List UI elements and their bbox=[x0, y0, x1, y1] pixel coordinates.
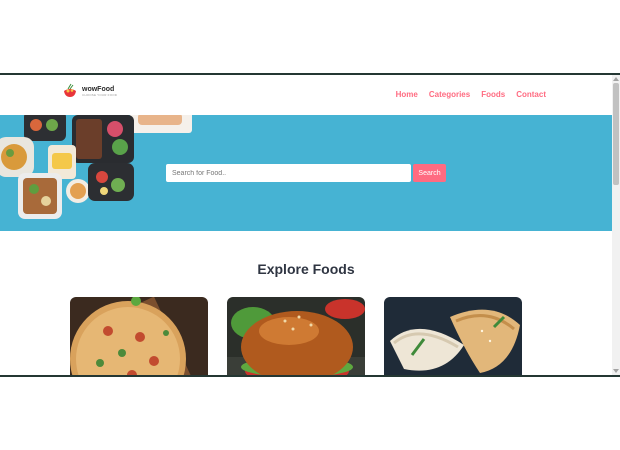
food-card-dumplings[interactable] bbox=[384, 297, 522, 375]
logo[interactable]: wowFood CHOOSE YOUR FOOD bbox=[62, 83, 117, 99]
food-search-section: Search bbox=[0, 115, 612, 231]
explore-foods-title: Explore Foods bbox=[257, 261, 355, 277]
scroll-up-icon[interactable] bbox=[613, 77, 619, 81]
browser-page: wowFood CHOOSE YOUR FOOD Home Categories… bbox=[0, 73, 620, 377]
nav-link-categories[interactable]: Categories bbox=[429, 90, 470, 99]
logo-name: wowFood bbox=[82, 85, 115, 93]
logo-tagline: CHOOSE YOUR FOOD bbox=[82, 92, 118, 97]
food-card-pizza[interactable] bbox=[70, 297, 208, 375]
navbar: wowFood CHOOSE YOUR FOOD Home Categories… bbox=[0, 75, 612, 115]
burger-image bbox=[227, 297, 365, 375]
page-viewport: wowFood CHOOSE YOUR FOOD Home Categories… bbox=[0, 75, 612, 375]
scroll-thumb[interactable] bbox=[613, 83, 619, 185]
food-search-input[interactable] bbox=[166, 164, 411, 182]
pizza-image bbox=[70, 297, 208, 375]
nav-link-home[interactable]: Home bbox=[396, 90, 418, 99]
nav-link-foods[interactable]: Foods bbox=[481, 90, 505, 99]
food-card-burger[interactable] bbox=[227, 297, 365, 375]
nav-link-contact[interactable]: Contact bbox=[516, 90, 546, 99]
dumplings-image bbox=[384, 297, 522, 375]
vertical-scrollbar[interactable] bbox=[612, 75, 620, 375]
food-bowl-icon bbox=[62, 83, 78, 99]
nav-menu: Home Categories Foods Contact bbox=[396, 90, 546, 99]
search-button[interactable]: Search bbox=[413, 164, 446, 182]
scroll-down-icon[interactable] bbox=[613, 369, 619, 373]
